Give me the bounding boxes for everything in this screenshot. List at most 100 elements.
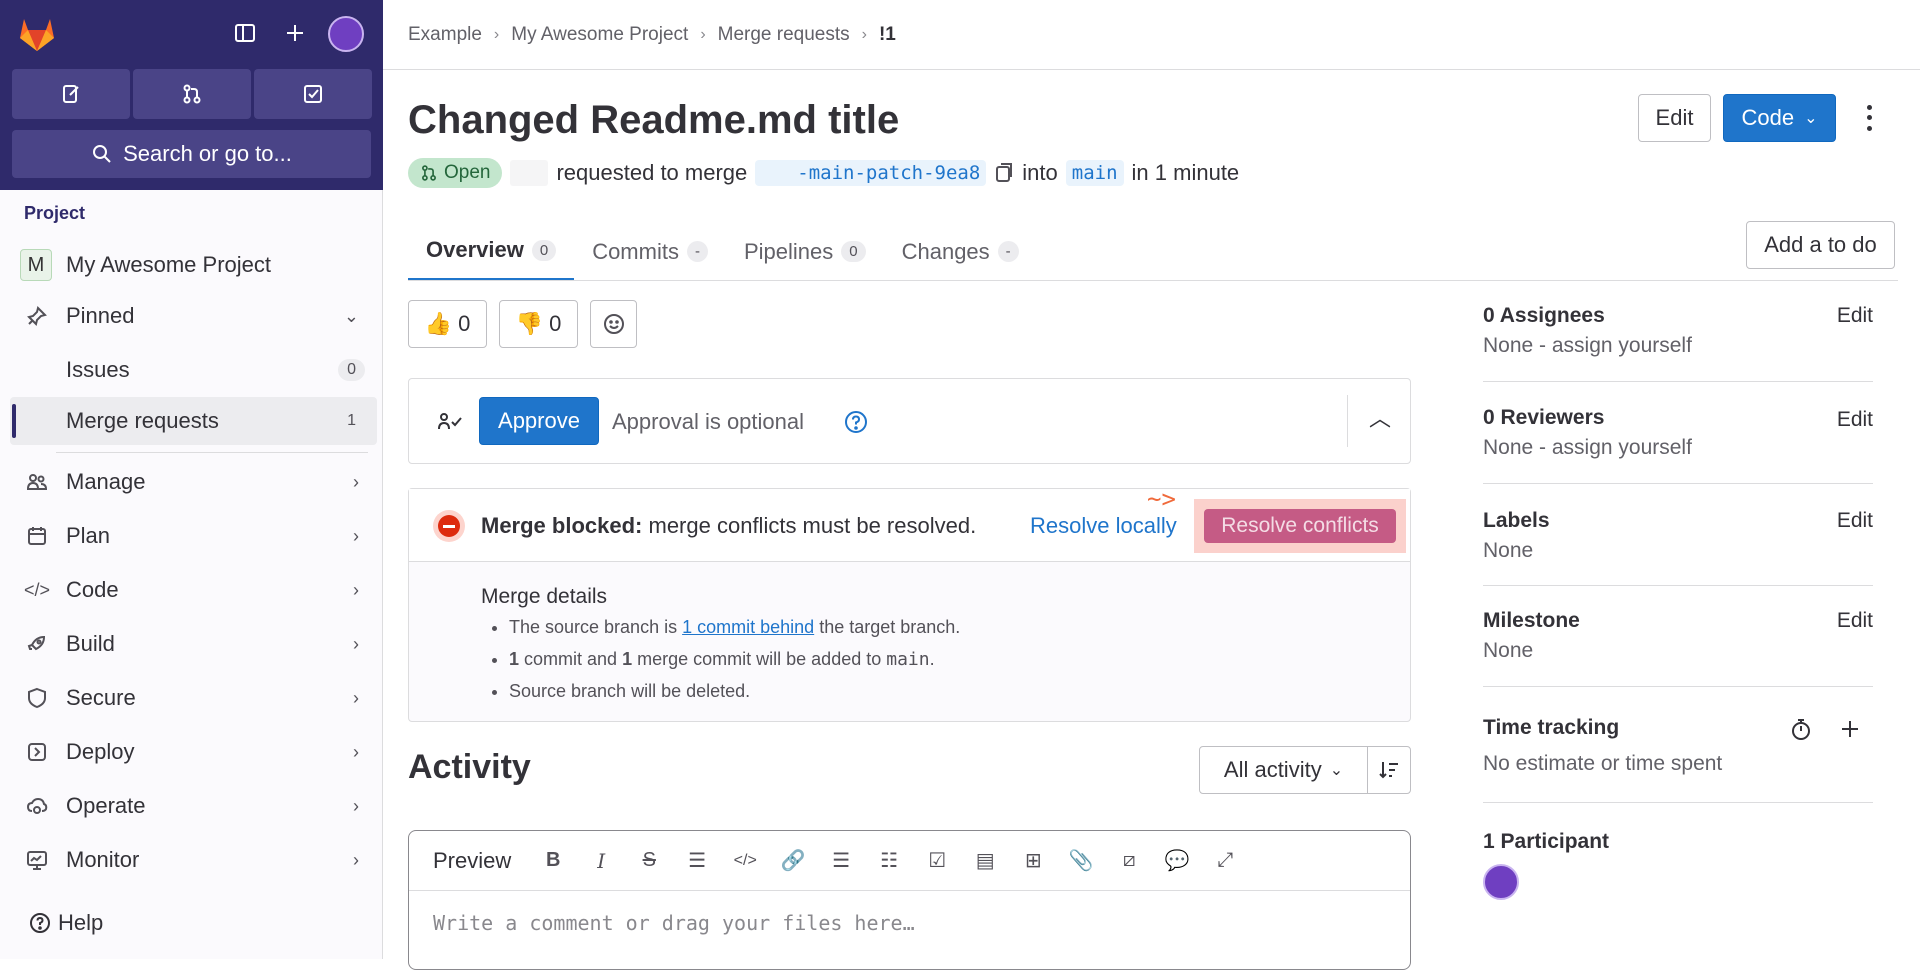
plus-icon[interactable] bbox=[1839, 718, 1861, 740]
tab-changes[interactable]: Changes - bbox=[884, 222, 1037, 281]
sidebar-item-merge-requests[interactable]: Merge requests 1 bbox=[10, 397, 377, 445]
comment-template-icon[interactable]: 💬 bbox=[1153, 837, 1201, 885]
toggle-sidebar-icon[interactable] bbox=[230, 18, 260, 48]
sidebar-item-label: Issues bbox=[66, 357, 130, 382]
tab-pipelines[interactable]: Pipelines 0 bbox=[726, 222, 884, 281]
shield-icon bbox=[24, 685, 50, 711]
help-label: Help bbox=[58, 910, 104, 935]
rocket-icon bbox=[24, 631, 50, 657]
sidebar-item-label: Deploy bbox=[66, 739, 135, 764]
chevron-down-icon: ⌄ bbox=[1804, 110, 1818, 127]
sidebar-item-label: Monitor bbox=[66, 847, 140, 872]
table-icon[interactable]: ⊞ bbox=[1009, 837, 1057, 885]
thumbs-down-button[interactable]: 👎 0 bbox=[499, 300, 578, 348]
todos-shortcut-icon[interactable] bbox=[254, 69, 372, 119]
chevron-right-icon: › bbox=[861, 26, 867, 43]
list-item: Source branch will be deleted. bbox=[509, 681, 960, 702]
sidebar-item-secure[interactable]: Secure › bbox=[0, 674, 383, 722]
code-icon[interactable]: </> bbox=[721, 837, 769, 885]
sidebar-item-manage[interactable]: Manage › bbox=[0, 458, 383, 506]
assignees-value[interactable]: None - assign yourself bbox=[1483, 334, 1873, 358]
detail-branch: main bbox=[886, 649, 930, 670]
author-name[interactable] bbox=[510, 160, 549, 186]
sidebar-item-monitor[interactable]: Monitor › bbox=[0, 836, 383, 884]
sidebar-item-label: Operate bbox=[66, 793, 146, 818]
breadcrumb-item-current[interactable]: !1 bbox=[879, 24, 896, 46]
reviewers-value[interactable]: None - assign yourself bbox=[1483, 436, 1873, 460]
breadcrumb-item[interactable]: My Awesome Project bbox=[511, 24, 688, 46]
merge-request-icon bbox=[422, 165, 436, 181]
bullet-list-icon[interactable]: ☰ bbox=[817, 837, 865, 885]
edit-mr-button[interactable]: Edit bbox=[1638, 94, 1711, 142]
italic-icon[interactable]: I bbox=[577, 837, 625, 885]
assignees-title: 0 Assignees bbox=[1483, 304, 1605, 327]
calendar-icon bbox=[24, 523, 50, 549]
sidebar-item-deploy[interactable]: Deploy › bbox=[0, 728, 383, 776]
sort-direction-button[interactable] bbox=[1368, 747, 1410, 793]
chevron-right-icon: › bbox=[353, 849, 359, 870]
merge-requests-shortcut-icon[interactable] bbox=[133, 69, 251, 119]
collapsible-icon[interactable]: ▤ bbox=[961, 837, 1009, 885]
thumbs-up-button[interactable]: 👍 0 bbox=[408, 300, 487, 348]
merge-blocked-bold: Merge blocked: bbox=[481, 513, 643, 538]
resolve-conflicts-button[interactable]: Resolve conflicts bbox=[1204, 509, 1396, 543]
strikethrough-icon[interactable]: S bbox=[625, 837, 673, 885]
milestone-title: Milestone bbox=[1483, 609, 1580, 632]
numbered-list-icon[interactable]: ☷ bbox=[865, 837, 913, 885]
chevron-right-icon: › bbox=[353, 471, 359, 492]
sidebar-item-code[interactable]: </> Code › bbox=[0, 566, 383, 614]
sidebar-item-label: Merge requests bbox=[66, 408, 219, 433]
commit-behind-link[interactable]: 1 commit behind bbox=[682, 617, 814, 637]
divider bbox=[1483, 483, 1873, 484]
question-icon[interactable] bbox=[843, 409, 869, 435]
user-avatar[interactable] bbox=[328, 16, 364, 52]
into-text: into bbox=[1022, 160, 1058, 185]
more-actions-icon[interactable] bbox=[1859, 102, 1879, 134]
comment-textarea[interactable]: Write a comment or drag your files here… bbox=[433, 911, 915, 935]
sidebar-item-build[interactable]: Build › bbox=[0, 620, 383, 668]
stopwatch-icon[interactable] bbox=[1789, 717, 1813, 743]
plus-icon[interactable] bbox=[280, 18, 310, 48]
milestone-edit-button[interactable]: Edit bbox=[1837, 609, 1873, 633]
issues-shortcut-icon[interactable] bbox=[12, 69, 130, 119]
activity-filter-dropdown[interactable]: All activity ⌄ bbox=[1200, 747, 1368, 793]
search-button[interactable]: Search or go to... bbox=[12, 130, 371, 178]
gitlab-logo-icon[interactable] bbox=[16, 13, 58, 53]
fullscreen-icon[interactable]: ⤢ bbox=[1201, 837, 1249, 885]
copy-icon[interactable] bbox=[994, 162, 1014, 184]
attach-icon[interactable]: 📎 bbox=[1057, 837, 1105, 885]
add-todo-button[interactable]: Add a to do bbox=[1746, 221, 1895, 269]
code-dropdown-button[interactable]: Code ⌄ bbox=[1723, 94, 1836, 142]
milestone-section: Milestone None Edit bbox=[1483, 609, 1873, 663]
add-reaction-button[interactable] bbox=[590, 300, 637, 348]
assignees-edit-button[interactable]: Edit bbox=[1837, 304, 1873, 328]
approve-button[interactable]: Approve bbox=[479, 397, 599, 445]
tab-commits[interactable]: Commits - bbox=[574, 222, 726, 281]
chevron-right-icon: › bbox=[353, 687, 359, 708]
link-icon[interactable]: 🔗 bbox=[769, 837, 817, 885]
quote-icon[interactable]: ☰ bbox=[673, 837, 721, 885]
chevron-up-icon[interactable]: ︿ bbox=[1369, 401, 1391, 433]
sidebar-item-operate[interactable]: Operate › bbox=[0, 782, 383, 830]
preview-button[interactable]: Preview bbox=[409, 848, 529, 874]
source-branch[interactable]: -main-patch-9ea8 bbox=[755, 160, 987, 186]
tab-overview[interactable]: Overview 0 bbox=[408, 222, 575, 281]
help-button[interactable]: Help bbox=[28, 910, 103, 936]
labels-edit-button[interactable]: Edit bbox=[1837, 509, 1873, 533]
breadcrumb-item[interactable]: Example bbox=[408, 24, 482, 46]
bold-icon[interactable]: B bbox=[529, 837, 577, 885]
target-branch[interactable]: main bbox=[1065, 160, 1124, 186]
sidebar-item-pinned[interactable]: Pinned ⌄ bbox=[0, 292, 383, 340]
sidebar-project-link[interactable]: M My Awesome Project bbox=[0, 241, 383, 289]
slash-command-icon[interactable]: ⧄ bbox=[1105, 837, 1153, 885]
task-list-icon[interactable]: ☑ bbox=[913, 837, 961, 885]
sidebar-item-issues[interactable]: Issues 0 bbox=[0, 346, 383, 394]
participant-avatar[interactable] bbox=[1483, 864, 1519, 900]
breadcrumb-item[interactable]: Merge requests bbox=[718, 24, 850, 46]
assignees-section: 0 Assignees None - assign yourself Edit bbox=[1483, 304, 1873, 358]
list-item: The source branch is 1 commit behind the… bbox=[509, 617, 960, 638]
resolve-locally-link[interactable]: Resolve locally bbox=[1030, 513, 1177, 539]
sidebar-item-plan[interactable]: Plan › bbox=[0, 512, 383, 560]
reviewers-edit-button[interactable]: Edit bbox=[1837, 408, 1873, 432]
sidebar-item-label: Plan bbox=[66, 523, 111, 548]
